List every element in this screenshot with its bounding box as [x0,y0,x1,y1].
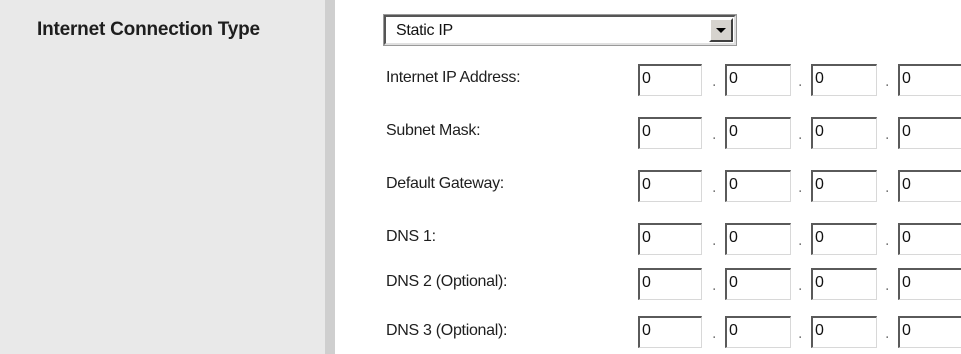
ip-address-label: Internet IP Address: [386,69,521,86]
default-gateway-octet-2[interactable]: 0 [725,170,791,202]
octet-separator: . [885,179,890,196]
default-gateway-octet-1[interactable]: 0 [638,170,702,202]
static-ip-settings-panel: Internet Connection Type Static IP Inter… [0,0,961,354]
octet-separator: . [798,179,803,196]
octet-separator: . [798,73,803,90]
octet-separator: . [885,325,890,342]
dns3-octet-2[interactable]: 0 [725,316,791,348]
octet-separator: . [885,73,890,90]
dns2-octet-4[interactable]: 0 [898,268,961,300]
dns1-label: DNS 1: [386,228,436,245]
sidebar-divider [325,0,335,354]
ip-address-octet-1[interactable]: 0 [638,64,702,96]
octet-separator: . [712,277,717,294]
dns1-octet-4[interactable]: 0 [898,223,961,255]
dns1-octet-2[interactable]: 0 [725,223,791,255]
dns3-octet-1[interactable]: 0 [638,316,702,348]
octet-separator: . [712,325,717,342]
subnet-mask-label: Subnet Mask: [386,122,481,139]
octet-separator: . [798,277,803,294]
connection-type-select[interactable]: Static IP [383,14,737,46]
subnet-mask-octet-2[interactable]: 0 [725,117,791,149]
octet-separator: . [885,126,890,143]
dns3-label: DNS 3 (Optional): [386,322,508,339]
section-title: Internet Connection Type [37,19,260,40]
dns1-octet-1[interactable]: 0 [638,223,702,255]
default-gateway-octet-3[interactable]: 0 [811,170,877,202]
octet-separator: . [712,232,717,249]
default-gateway-octet-4[interactable]: 0 [898,170,961,202]
octet-separator: . [798,325,803,342]
subnet-mask-octet-1[interactable]: 0 [638,117,702,149]
octet-separator: . [885,232,890,249]
ip-address-octet-3[interactable]: 0 [811,64,877,96]
dns2-label: DNS 2 (Optional): [386,273,508,290]
octet-separator: . [712,73,717,90]
subnet-mask-octet-4[interactable]: 0 [898,117,961,149]
ip-address-octet-4[interactable]: 0 [898,64,961,96]
dns3-octet-3[interactable]: 0 [811,316,877,348]
connection-type-value: Static IP [396,22,453,39]
default-gateway-label: Default Gateway: [386,175,504,192]
dns2-octet-1[interactable]: 0 [638,268,702,300]
dns2-octet-3[interactable]: 0 [811,268,877,300]
chevron-down-icon[interactable] [709,18,733,42]
subnet-mask-octet-3[interactable]: 0 [811,117,877,149]
section-sidebar: Internet Connection Type [0,0,325,354]
octet-separator: . [798,126,803,143]
octet-separator: . [712,179,717,196]
octet-separator: . [798,232,803,249]
dns2-octet-2[interactable]: 0 [725,268,791,300]
octet-separator: . [712,126,717,143]
octet-separator: . [885,277,890,294]
dns3-octet-4[interactable]: 0 [898,316,961,348]
dns1-octet-3[interactable]: 0 [811,223,877,255]
ip-address-octet-2[interactable]: 0 [725,64,791,96]
